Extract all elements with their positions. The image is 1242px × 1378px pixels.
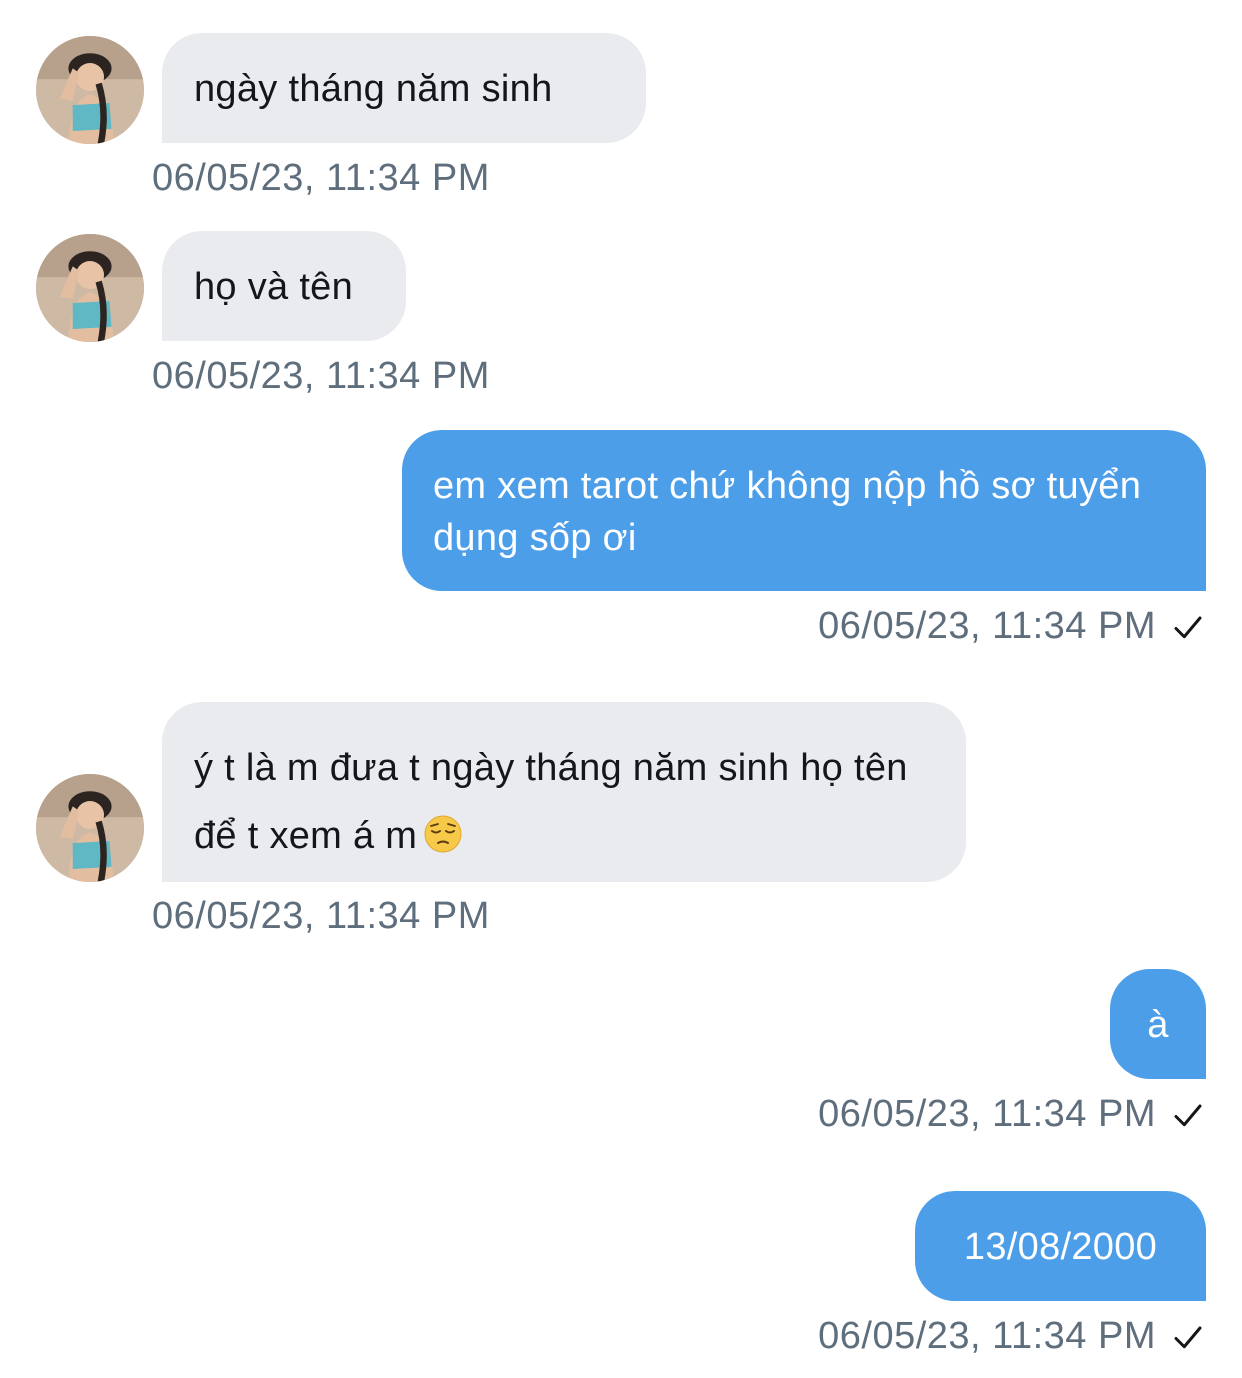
message-bubble-outgoing[interactable]: à xyxy=(1110,969,1206,1079)
message-meta: 06/05/23, 11:34 PM xyxy=(818,1093,1206,1136)
message-timestamp: 06/05/23, 11:34 PM xyxy=(152,895,490,937)
message-meta: 06/05/23, 11:34 PM xyxy=(818,1315,1206,1358)
message-timestamp: 06/05/23, 11:34 PM xyxy=(818,1315,1156,1357)
message-timestamp: 06/05/23, 11:34 PM xyxy=(152,157,490,199)
contact-avatar[interactable] xyxy=(36,36,144,144)
message-bubble-incoming[interactable]: ý t là m đưa t ngày tháng năm sinh họ tê… xyxy=(162,702,966,882)
message-text: họ và tên xyxy=(194,266,354,308)
message-timestamp: 06/05/23, 11:34 PM xyxy=(818,1093,1156,1135)
pensive-face-icon xyxy=(423,814,463,854)
checkmark-icon xyxy=(1170,1097,1206,1133)
message-text: ngày tháng năm sinh xyxy=(194,68,553,110)
message-bubble-incoming[interactable]: ngày tháng năm sinh xyxy=(162,33,646,143)
avatar-photo xyxy=(36,234,144,342)
message-bubble-incoming[interactable]: họ và tên xyxy=(162,231,406,341)
contact-avatar[interactable] xyxy=(36,774,144,882)
message-timestamp: 06/05/23, 11:34 PM xyxy=(818,605,1156,647)
message-text: à xyxy=(1147,1004,1169,1046)
avatar-photo xyxy=(36,36,144,144)
message-meta: 06/05/23, 11:34 PM xyxy=(818,605,1206,648)
message-bubble-outgoing[interactable]: em xem tarot chứ không nộp hồ sơ tuyển d… xyxy=(402,430,1206,591)
message-text: em xem tarot chứ không nộp hồ sơ tuyển d… xyxy=(433,465,1142,560)
checkmark-icon xyxy=(1170,609,1206,645)
avatar-photo xyxy=(36,774,144,882)
message-text: ý t là m đưa t ngày tháng năm sinh họ tê… xyxy=(194,747,908,857)
checkmark-icon xyxy=(1170,1319,1206,1355)
message-thread: ngày tháng năm sinh 06/05/23, 11:34 PM h… xyxy=(0,0,1242,1378)
message-bubble-outgoing[interactable]: 13/08/2000 xyxy=(915,1191,1206,1301)
contact-avatar[interactable] xyxy=(36,234,144,342)
message-timestamp: 06/05/23, 11:34 PM xyxy=(152,355,490,397)
message-text: 13/08/2000 xyxy=(963,1226,1158,1268)
